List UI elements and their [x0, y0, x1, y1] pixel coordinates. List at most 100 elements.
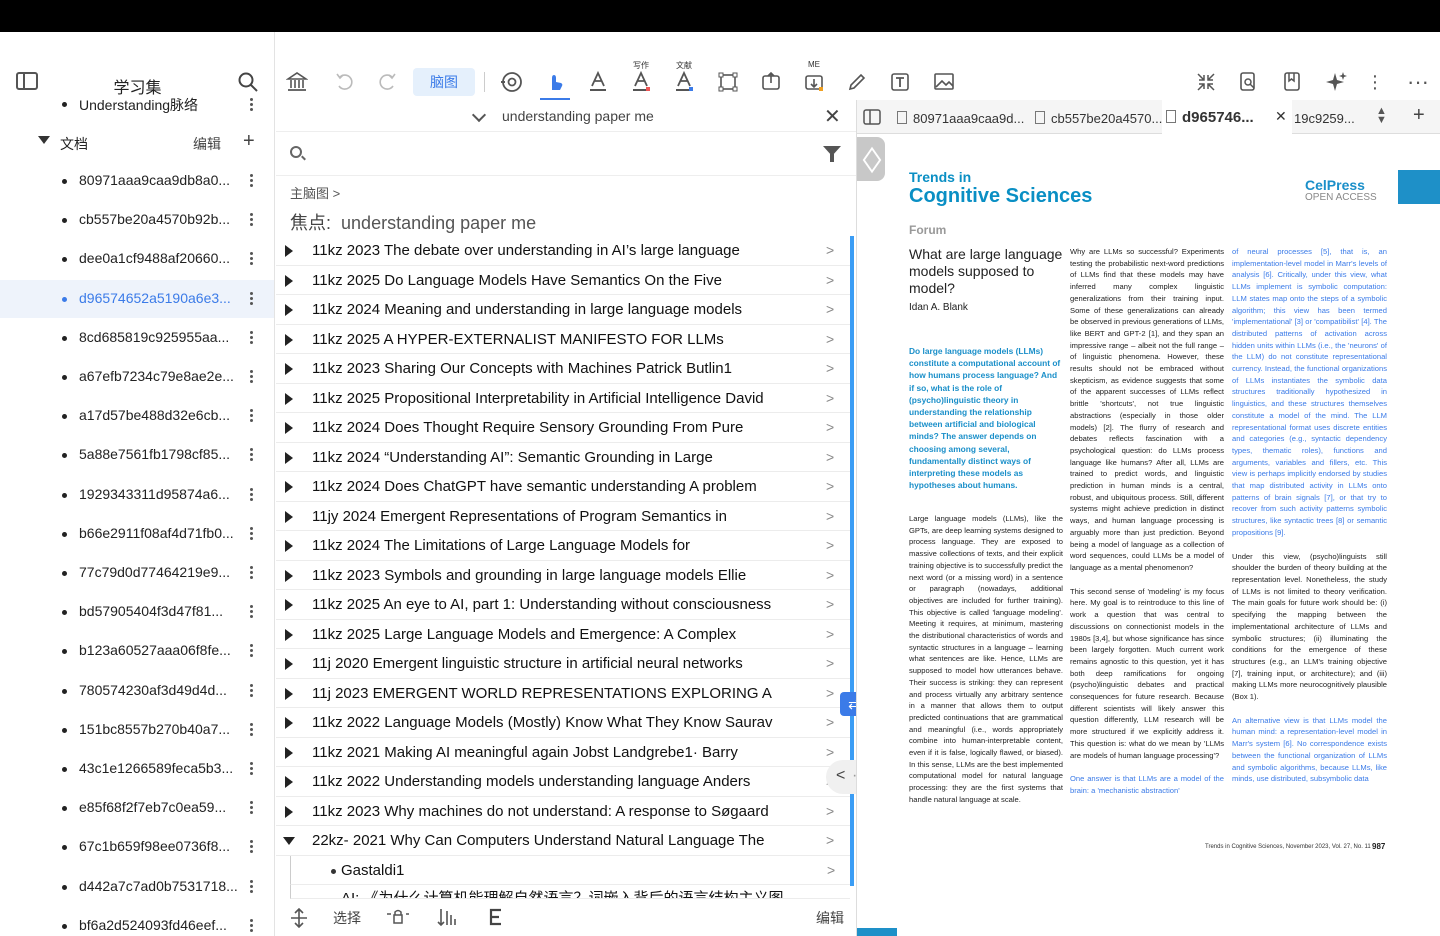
sidebar-item[interactable]: b66e2911f08af4d71fb0... [0, 515, 274, 553]
collapsed-caret-icon[interactable] [285, 451, 293, 464]
redo-icon[interactable] [376, 70, 398, 94]
more-icon[interactable] [250, 801, 253, 816]
library-icon[interactable] [286, 70, 308, 94]
breadcrumb[interactable]: 主脑图 > [290, 183, 340, 202]
mindmap-button[interactable]: 脑图 [413, 68, 475, 96]
sidebar-item[interactable]: 5a88e7561fb1798cf85... [0, 436, 274, 474]
undo-icon[interactable] [334, 70, 356, 94]
text-box-icon[interactable] [890, 70, 910, 94]
folder-documents[interactable]: 文档 编辑 + [0, 130, 274, 156]
more-icon[interactable] [250, 840, 253, 855]
outline-row[interactable]: 11kz 2025 Do Language Models Have Semant… [276, 266, 850, 295]
chevron-right-icon[interactable]: > [826, 685, 834, 701]
crop-icon[interactable] [717, 70, 739, 94]
outline-child-row[interactable]: Gastaldi1 > [290, 855, 850, 885]
panel-toggle-icon[interactable] [863, 109, 881, 125]
expanded-caret-icon[interactable] [283, 837, 295, 845]
more-icon[interactable] [250, 526, 253, 542]
chevron-right-icon[interactable]: > [826, 331, 834, 347]
collapse-triangle-icon[interactable] [38, 136, 50, 144]
outline-row[interactable]: 11jy 2024 Emergent Representations of Pr… [276, 502, 850, 531]
sidebar-item[interactable]: bf6a2d524093fd46eef... [0, 907, 274, 936]
chevron-right-icon[interactable]: > [826, 360, 834, 376]
collapsed-caret-icon[interactable] [285, 569, 293, 582]
outline-row[interactable]: 11kz 2025 A HYPER-EXTERNALIST MANIFESTO … [276, 325, 850, 354]
collapsed-caret-icon[interactable] [285, 304, 293, 316]
search-icon[interactable] [290, 146, 302, 158]
collapsed-caret-icon[interactable] [285, 363, 293, 375]
chevron-right-icon[interactable]: > [826, 390, 834, 406]
image-icon[interactable] [933, 70, 955, 94]
collapsed-caret-icon[interactable] [285, 687, 293, 700]
sidebar-item[interactable]: b123a60527aaa06f8fe... [0, 632, 274, 670]
outline-row[interactable]: 11kz 2025 An eye to AI, part 1: Understa… [276, 590, 850, 620]
sidebar-item[interactable]: bd57905404f3d47f81... [0, 593, 274, 631]
sidebar-item[interactable]: a67efb7234c79e8ae2e... [0, 358, 274, 396]
add-tab-icon[interactable]: + [1413, 104, 1425, 127]
format-e-icon[interactable] [488, 908, 504, 926]
collapsed-caret-icon[interactable] [285, 746, 293, 759]
search-icon[interactable] [238, 72, 258, 92]
pdf-tab[interactable]: cb557be20a4570... [1031, 100, 1162, 134]
move-vertical-icon[interactable] [290, 908, 308, 928]
write-tool[interactable]: 写作 [630, 61, 652, 94]
chevron-right-icon[interactable]: > [826, 803, 834, 819]
outline-row[interactable]: 11kz 2024 “Understanding AI”: Semantic G… [276, 443, 850, 472]
filter-icon[interactable] [823, 146, 841, 162]
pdf-tab[interactable]: 19c9259... [1294, 100, 1374, 134]
chevron-right-icon[interactable]: > [826, 449, 834, 465]
more-icon[interactable] [250, 174, 253, 189]
bookmark-book-icon[interactable] [1282, 70, 1302, 94]
chevron-right-icon[interactable]: > [826, 626, 834, 642]
chevron-right-icon[interactable]: > [826, 714, 834, 730]
more-icon[interactable] [250, 683, 253, 699]
text-underline-icon[interactable] [588, 70, 608, 94]
sort-icon[interactable] [436, 907, 458, 927]
layers-toggle-icon[interactable] [857, 137, 885, 181]
sidebar-item[interactable]: dee0a1cf9488af20660... [0, 240, 274, 278]
outline-row[interactable]: 11kz 2025 Large Language Models and Emer… [276, 620, 850, 649]
me-tool[interactable]: ME [803, 60, 825, 94]
sidebar-item[interactable]: 1929343311d95874a6... [0, 476, 274, 514]
more-icon[interactable] [250, 448, 253, 463]
pointer-hand-icon[interactable] [544, 70, 566, 94]
chevron-right-icon[interactable]: > [826, 272, 834, 288]
outline-row[interactable]: 11kz 2023 Symbols and grounding in large… [276, 561, 850, 590]
sidebar-item-partial[interactable]: Understanding脉络 [79, 95, 198, 115]
more-icon[interactable] [250, 762, 253, 777]
more-icon[interactable] [250, 879, 253, 895]
literature-tool[interactable]: 文献 [673, 61, 695, 94]
pdf-tab-active[interactable]: d965746... ✕ [1162, 100, 1292, 134]
add-icon[interactable]: + [243, 130, 255, 153]
outline-row[interactable]: 11kz 2022 Language Models (Mostly) Know … [276, 708, 850, 738]
sidebar-item[interactable]: 151bc8557b270b40a7... [0, 711, 274, 749]
select-button[interactable]: 选择 [333, 908, 361, 928]
outline-row[interactable]: 11kz 2021 Making AI meaningful again Job… [276, 738, 850, 767]
close-icon[interactable]: ✕ [824, 104, 841, 129]
outline-row[interactable]: 11j 2023 EMERGENT WORLD REPRESENTATIONS … [276, 679, 850, 708]
collapsed-caret-icon[interactable] [285, 658, 293, 670]
collapsed-caret-icon[interactable] [285, 717, 293, 729]
chevron-right-icon[interactable]: > [826, 832, 834, 848]
more-horizontal-icon[interactable]: ··· [1406, 69, 1430, 94]
more-vertical-icon[interactable]: · · · [1370, 66, 1380, 98]
outline-row[interactable]: 11kz 2024 The Limitations of Large Langu… [276, 531, 850, 561]
sparkle-ai-icon[interactable] [1326, 70, 1348, 94]
outline-row[interactable]: 11kz 2024 Does ChatGPT have semantic und… [276, 472, 850, 502]
collapse-arrows-icon[interactable] [1196, 70, 1216, 94]
outline-search-bar[interactable] [276, 132, 856, 176]
collapsed-caret-icon[interactable] [285, 776, 293, 788]
collapsed-caret-icon[interactable] [285, 628, 293, 641]
chevron-right-icon[interactable]: > [826, 419, 834, 435]
more-icon[interactable] [250, 487, 253, 503]
outline-row[interactable]: 11kz 2023 Sharing Our Concepts with Mach… [276, 354, 850, 384]
collapsed-caret-icon[interactable] [285, 245, 293, 257]
more-icon[interactable] [250, 566, 253, 581]
collapsed-caret-icon[interactable] [285, 540, 293, 552]
sidebar-item[interactable]: d96574652a5190a6e3... [0, 279, 274, 318]
edit-button[interactable]: 编辑 [816, 908, 844, 928]
chevron-right-icon[interactable]: > [826, 478, 834, 494]
sidebar-item[interactable]: e85f68f2f7eb7c0ea59... [0, 789, 274, 827]
more-icon[interactable] [250, 213, 253, 228]
sidebar-item[interactable]: 43c1e1266589feca5b3... [0, 750, 274, 788]
